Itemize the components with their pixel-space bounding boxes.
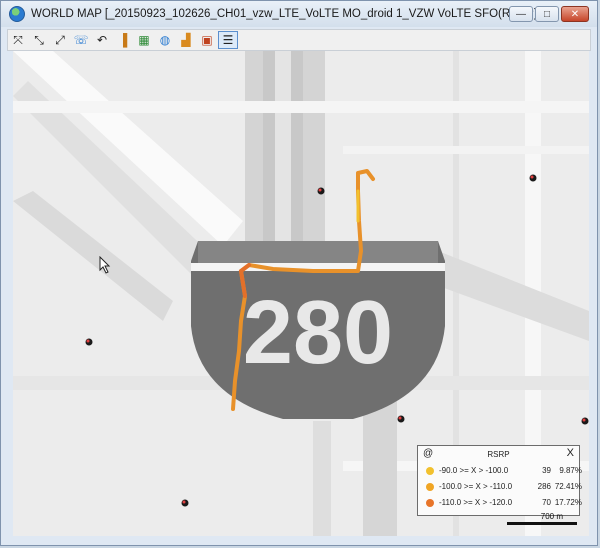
legend-row: -110.0 >= X > -120.0 70 17.72%	[426, 497, 582, 509]
world-map-window: WORLD MAP [_20150923_102626_CH01_vzw_LTE…	[0, 0, 598, 546]
legend-percent: 17.72%	[554, 498, 582, 507]
title-bar[interactable]: WORLD MAP [_20150923_102626_CH01_vzw_LTE…	[1, 1, 597, 27]
layers-icon[interactable]: ▦	[134, 31, 154, 49]
legend-row: -100.0 >= X > -110.0 286 72.41%	[426, 481, 582, 493]
minimize-button[interactable]: —	[509, 6, 533, 22]
legend-color-swatch	[426, 467, 434, 475]
map-toolbar: ⤧ ⤡ ⤢ ☏ ↶ ▐ ▦ ◍ ▟ ▣ ☰	[7, 29, 591, 51]
legend-close-button[interactable]: X	[567, 447, 574, 459]
window-title: WORLD MAP [_20150923_102626_CH01_vzw_LTE…	[31, 8, 541, 20]
legend-header: @ RSRP X	[418, 446, 579, 461]
cell-site-marker[interactable]	[85, 338, 93, 346]
scale-bar-line	[507, 522, 577, 525]
fit-extent-icon[interactable]: ⤧	[8, 31, 28, 49]
legend-range: -100.0 >= X > -110.0	[439, 482, 513, 491]
export-icon[interactable]: ▣	[197, 31, 217, 49]
legend-title: RSRP	[487, 450, 510, 459]
cell-site-marker[interactable]	[529, 174, 537, 182]
globe-app-icon	[9, 6, 25, 22]
legend-percent: 9.87%	[559, 466, 582, 475]
road-shield-number: 280	[243, 283, 393, 383]
legend-range: -90.0 >= X > -100.0	[439, 466, 509, 475]
cell-site-marker[interactable]	[317, 187, 325, 195]
chart-icon[interactable]: ▟	[176, 31, 196, 49]
undo-icon[interactable]: ↶	[92, 31, 112, 49]
legend-percent: 72.41%	[554, 482, 582, 491]
legend-color-swatch	[426, 499, 434, 507]
legend-range: -110.0 >= X > -120.0	[439, 498, 513, 507]
call-icon[interactable]: ☏	[71, 31, 91, 49]
map-canvas[interactable]: 280 @ RSRP X -90.0 >= X > -100.0 39 9.87…	[13, 51, 589, 536]
select-icon[interactable]: ⤢	[50, 31, 70, 49]
map-scale-bar: 700 m	[507, 512, 577, 526]
legend-toggle-icon[interactable]: ☰	[218, 31, 238, 49]
cell-site-marker[interactable]	[397, 415, 405, 423]
measure-icon[interactable]: ⤡	[29, 31, 49, 49]
globe-icon[interactable]: ◍	[155, 31, 175, 49]
legend-count: 70	[542, 498, 551, 507]
window-controls: — □ ✕	[509, 6, 589, 22]
rsrp-legend[interactable]: @ RSRP X -90.0 >= X > -100.0 39 9.87% -1…	[417, 445, 582, 516]
cell-site-marker[interactable]	[181, 499, 189, 507]
bookmark-icon[interactable]: ▐	[113, 31, 133, 49]
legend-row: -90.0 >= X > -100.0 39 9.87%	[426, 465, 582, 477]
legend-color-swatch	[426, 483, 434, 491]
cell-site-marker[interactable]	[581, 417, 589, 425]
mouse-cursor-icon	[99, 256, 111, 274]
scale-label: 700 m	[540, 512, 563, 521]
legend-count: 39	[542, 466, 551, 475]
close-button[interactable]: ✕	[561, 6, 589, 22]
maximize-button[interactable]: □	[535, 6, 559, 22]
legend-count: 286	[537, 482, 551, 491]
